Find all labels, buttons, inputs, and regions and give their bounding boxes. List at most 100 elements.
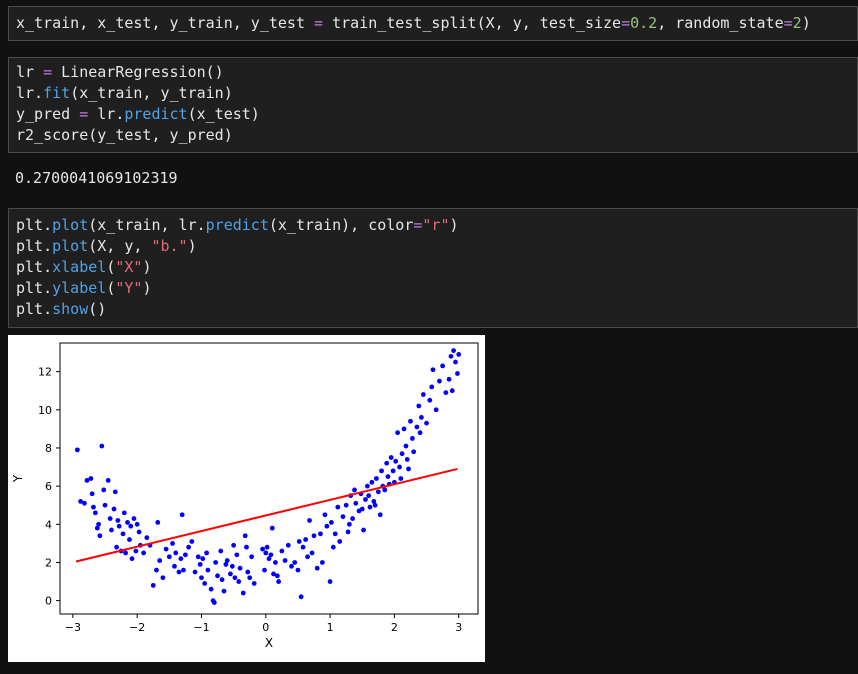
data-point xyxy=(115,518,121,523)
x-axis-label: X xyxy=(265,636,273,650)
data-point xyxy=(449,388,455,394)
data-point xyxy=(367,504,373,510)
data-point xyxy=(204,550,210,556)
code-token: ( xyxy=(106,279,116,297)
code-token: = xyxy=(43,63,53,81)
y-tick-label: 8 xyxy=(45,442,52,455)
data-point xyxy=(443,390,449,396)
data-point xyxy=(307,518,312,523)
data-point xyxy=(208,586,214,592)
x-tick-label: 3 xyxy=(455,621,462,634)
data-point xyxy=(417,430,423,436)
x-tick-label: 0 xyxy=(262,621,269,634)
data-point xyxy=(298,594,304,600)
data-point xyxy=(112,489,118,495)
code-token: ) xyxy=(801,14,811,32)
data-point xyxy=(88,476,94,481)
data-point xyxy=(276,579,282,584)
code-token: (x_test) xyxy=(187,105,260,123)
data-point xyxy=(262,567,267,573)
code-token: plt. xyxy=(16,237,53,255)
data-point xyxy=(192,569,198,575)
data-point xyxy=(455,371,460,376)
data-point xyxy=(200,556,206,562)
data-point xyxy=(352,487,357,493)
code-line: plt.plot(X, y, "b.") xyxy=(9,236,857,257)
data-point xyxy=(234,552,240,558)
data-point xyxy=(345,529,351,535)
data-point xyxy=(420,392,426,397)
data-point xyxy=(232,575,238,581)
y-tick-label: 4 xyxy=(45,518,52,531)
data-point xyxy=(353,500,359,506)
code-cell-split[interactable]: x_train, x_test, y_train, y_test = train… xyxy=(8,6,858,41)
data-point xyxy=(401,426,407,432)
data-point xyxy=(322,512,328,518)
data-point xyxy=(403,443,409,449)
data-point xyxy=(377,512,383,518)
code-line: lr.fit(x_train, y_train) xyxy=(9,83,857,104)
code-token: ( xyxy=(106,258,116,276)
code-token: plot xyxy=(52,216,89,234)
data-point xyxy=(170,540,175,546)
code-token: (x_train, lr. xyxy=(88,216,206,234)
data-point xyxy=(202,581,208,586)
data-point xyxy=(189,539,195,544)
data-point xyxy=(101,487,107,493)
data-point xyxy=(111,506,117,512)
data-point xyxy=(273,560,278,565)
code-token: ) xyxy=(187,237,197,255)
data-point xyxy=(361,527,366,533)
code-token: lr. xyxy=(16,84,44,102)
data-point xyxy=(292,560,298,565)
code-token: y_pred xyxy=(16,105,80,123)
data-point xyxy=(424,420,429,426)
data-point xyxy=(157,558,163,563)
data-point xyxy=(242,533,248,539)
code-token: r2_score(y_test, y_pred) xyxy=(16,126,233,144)
data-point xyxy=(163,546,169,552)
data-point xyxy=(390,468,396,474)
cell-output-r2-score: 0.2700041069102319 xyxy=(15,169,178,187)
data-point xyxy=(296,539,302,544)
data-point xyxy=(107,516,113,521)
data-point xyxy=(155,519,161,525)
code-token: = xyxy=(621,14,631,32)
data-point xyxy=(181,567,186,573)
x-tick-label: −2 xyxy=(129,621,145,634)
data-point xyxy=(335,504,341,510)
data-point xyxy=(172,563,177,569)
data-point xyxy=(82,500,87,506)
code-cell-model[interactable]: lr = LinearRegression() lr.fit(x_train, y… xyxy=(8,57,858,153)
data-point xyxy=(144,535,150,541)
data-point xyxy=(92,510,98,516)
code-line: plt.plot(x_train, lr.predict(x_train), c… xyxy=(9,215,857,236)
data-point xyxy=(282,558,288,563)
data-point xyxy=(236,579,242,584)
data-point xyxy=(406,466,411,472)
data-point xyxy=(136,529,142,535)
data-point xyxy=(99,443,105,449)
data-point xyxy=(456,352,462,357)
data-point xyxy=(395,430,401,436)
data-point xyxy=(96,521,101,527)
data-point xyxy=(332,531,338,537)
x-tick-label: 2 xyxy=(391,621,398,634)
data-point xyxy=(129,556,135,562)
y-tick-label: 10 xyxy=(38,404,52,417)
data-point xyxy=(440,363,446,369)
data-point xyxy=(197,561,203,567)
data-point xyxy=(305,554,310,560)
data-point xyxy=(393,458,399,464)
code-token: (X, y, xyxy=(88,237,152,255)
data-point xyxy=(295,567,301,573)
code-cell-plot[interactable]: plt.plot(x_train, lr.predict(x_train), c… xyxy=(8,208,858,328)
data-point xyxy=(364,483,370,489)
data-point xyxy=(268,552,274,558)
code-token: plot xyxy=(52,237,89,255)
code-token: "Y" xyxy=(115,279,143,297)
data-point xyxy=(319,560,325,565)
code-token: "X" xyxy=(115,258,143,276)
data-point xyxy=(211,600,217,605)
code-token: predict xyxy=(124,105,188,123)
